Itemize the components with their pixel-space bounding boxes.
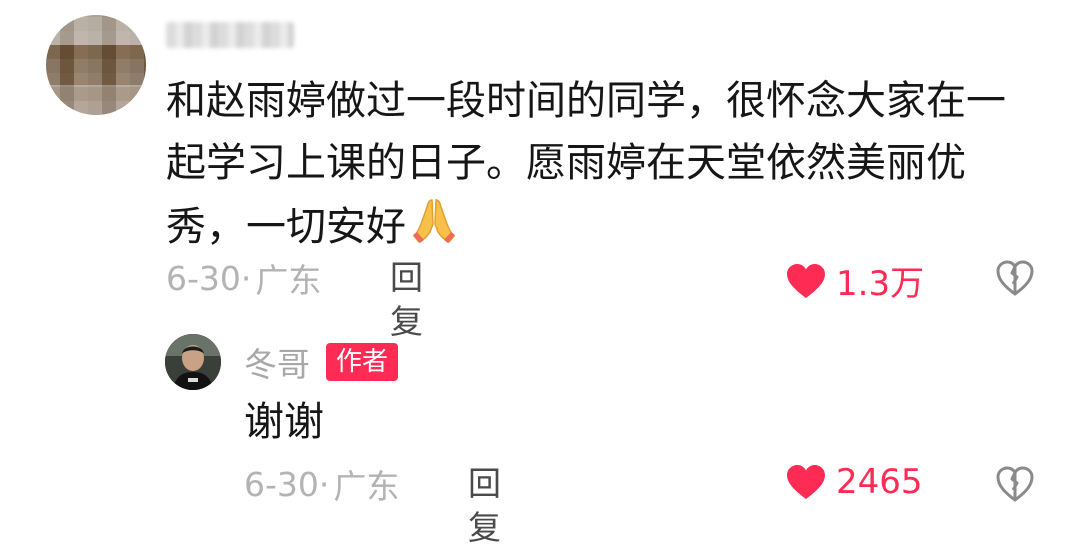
folded-hands-icon — [408, 194, 460, 264]
comment-like-count: 1.3万 — [836, 264, 925, 304]
broken-heart-icon[interactable] — [996, 466, 1034, 506]
reply-user-row: 冬哥 作者 — [244, 338, 399, 386]
reply-date: 6-30· — [244, 464, 330, 504]
comment-body: 和赵雨婷做过一段时间的同学，很怀念大家在一起学习上课的日子。愿雨婷在天堂依然美丽… — [166, 78, 1006, 250]
heart-icon — [787, 263, 825, 298]
reply-username[interactable]: 冬哥 — [244, 338, 310, 386]
comment-date: 6-30· — [166, 258, 252, 298]
author-badge: 作者 — [326, 343, 399, 381]
comment-like-button[interactable]: 1.3万 — [786, 256, 924, 305]
comment-text: 和赵雨婷做过一段时间的同学，很怀念大家在一起学习上课的日子。愿雨婷在天堂依然美丽… — [166, 70, 1026, 264]
reply-reply-button[interactable]: 回复 — [468, 462, 501, 550]
comment-location: 广东 — [255, 261, 322, 300]
reply-text: 谢谢 — [244, 399, 324, 445]
reply-meta: 6-30· 广东 回复 — [244, 462, 501, 547]
broken-heart-icon[interactable] — [996, 260, 1034, 300]
comment-avatar[interactable] — [46, 15, 146, 115]
reply-location: 广东 — [333, 467, 400, 506]
reply-like-button[interactable]: 2465 — [786, 462, 923, 502]
reply-avatar[interactable] — [165, 334, 221, 390]
comment-meta: 6-30· 广东 回复 — [166, 256, 423, 341]
comment-username-blurred[interactable] — [166, 22, 294, 48]
comment-reply-button[interactable]: 回复 — [390, 256, 423, 344]
reply-like-count: 2465 — [836, 462, 923, 502]
heart-icon — [787, 465, 825, 499]
